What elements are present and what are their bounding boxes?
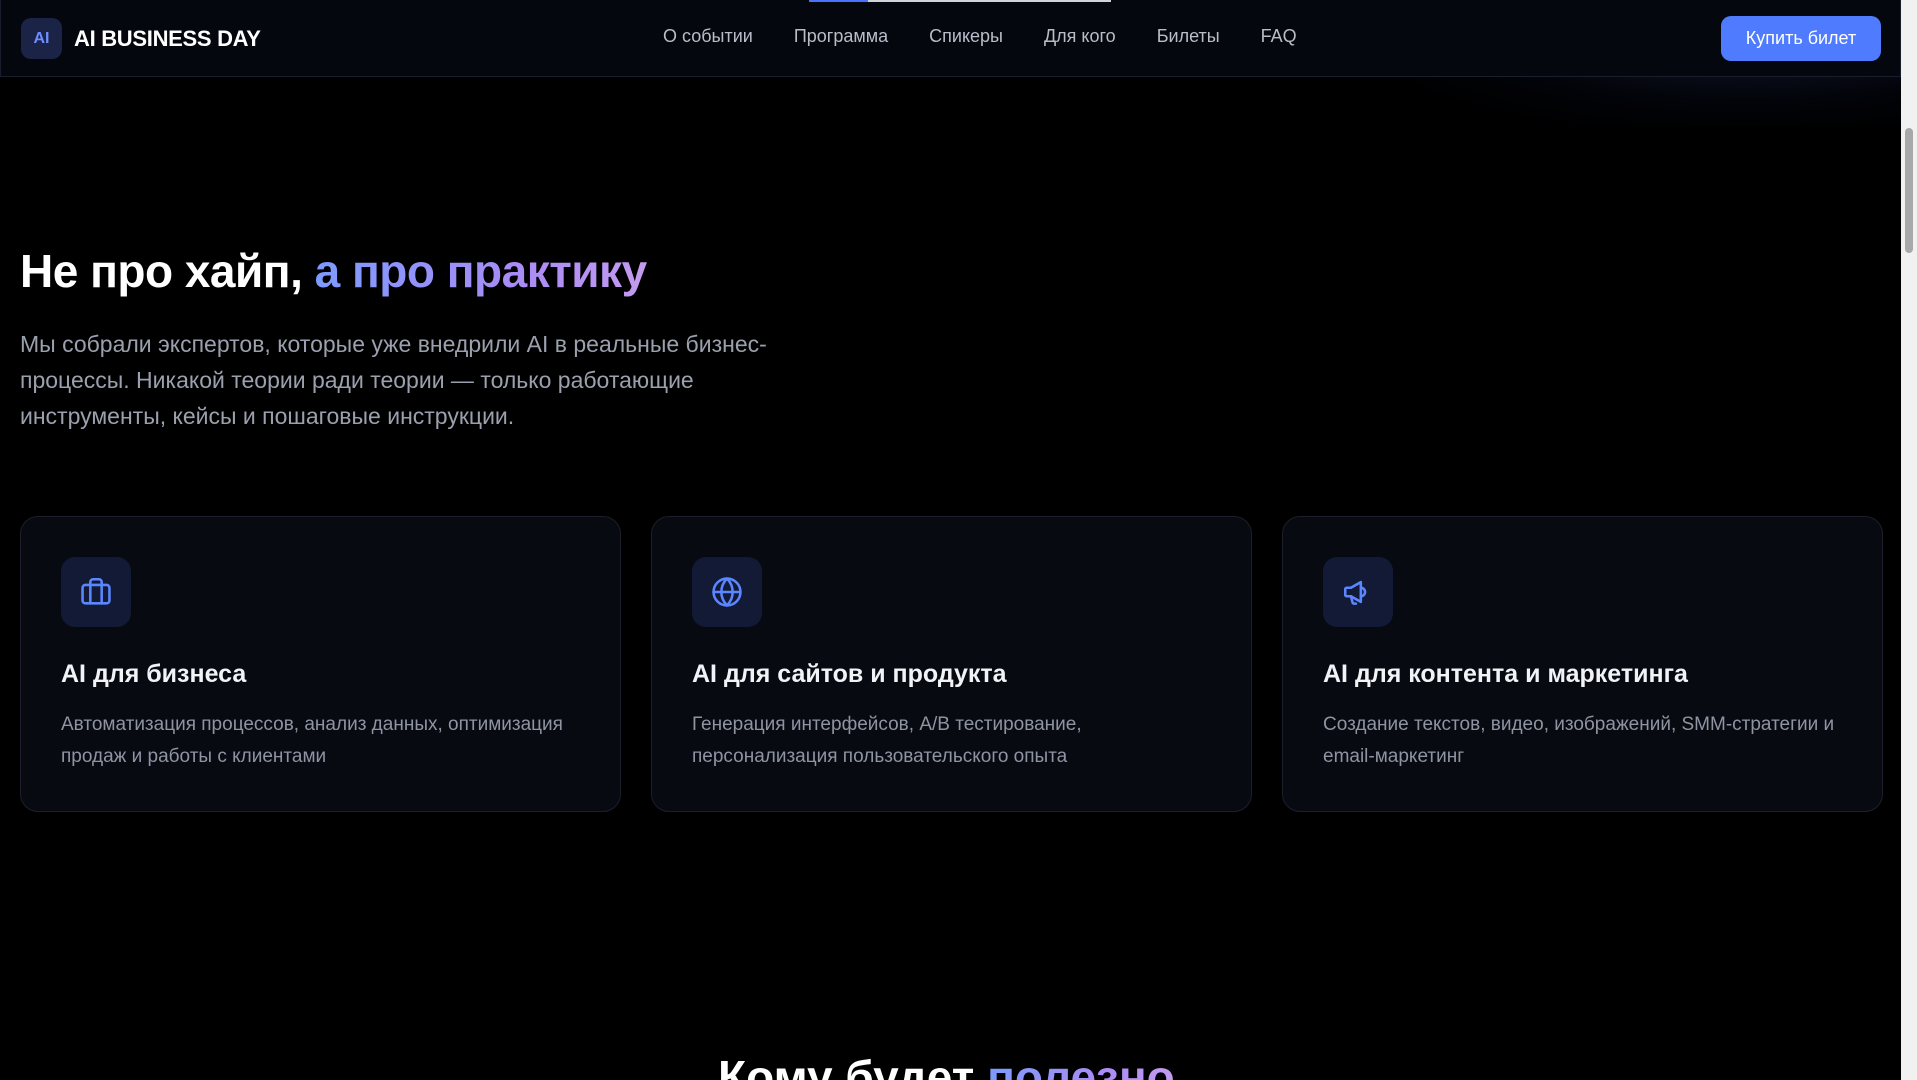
scroll-progress-fill xyxy=(809,0,869,2)
feature-card-title: AI для сайтов и продукта xyxy=(692,660,1007,688)
scroll-progress-bar xyxy=(809,0,1111,2)
page-scrollbar[interactable] xyxy=(1901,0,1917,1080)
main-nav: О событии Программа Спикеры Для кого Бил… xyxy=(663,26,1297,47)
brand[interactable]: AI AI BUSINESS DAY xyxy=(21,18,261,59)
brand-name[interactable]: AI BUSINESS DAY xyxy=(74,26,261,52)
hero-title-accent: а про практику xyxy=(314,245,648,297)
scrollbar-thumb[interactable] xyxy=(1905,128,1913,253)
briefcase-icon xyxy=(61,557,131,627)
megaphone-icon xyxy=(1323,557,1393,627)
feature-card-text: Создание текстов, видео, изображений, SM… xyxy=(1323,714,1835,767)
section-title-plain: Кому будет xyxy=(718,1051,988,1080)
feature-card-title: AI для контента и маркетинга xyxy=(1323,660,1688,688)
site-header: AI AI BUSINESS DAY О событии Программа С… xyxy=(0,0,1901,77)
nav-item-audience[interactable]: Для кого xyxy=(1044,26,1116,47)
globe-icon xyxy=(692,557,762,627)
feature-card-sites: AI для сайтов и продукта Генерация интер… xyxy=(651,516,1252,812)
hero-description: Мы собрали экспертов, которые уже внедри… xyxy=(20,331,767,429)
feature-card-title: AI для бизнеса xyxy=(61,660,247,688)
feature-card-text: Автоматизация процессов, анализ данных, … xyxy=(61,714,563,767)
section-title-accent: полезно xyxy=(987,1051,1175,1080)
nav-item-about[interactable]: О событии xyxy=(663,26,753,47)
brand-logo-icon[interactable]: AI xyxy=(21,18,62,59)
feature-card-marketing: AI для контента и маркетинга Создание те… xyxy=(1282,516,1883,812)
nav-item-faq[interactable]: FAQ xyxy=(1261,26,1297,47)
hero-title-plain: Не про хайп, xyxy=(20,245,315,297)
nav-item-speakers[interactable]: Спикеры xyxy=(929,26,1003,47)
hero-title: Не про хайп, а про практику xyxy=(20,244,647,298)
section-title-audience: Кому будет полезно xyxy=(718,1050,1175,1080)
feature-card-business: AI для бизнеса Автоматизация процессов, … xyxy=(20,516,621,812)
page: AI AI BUSINESS DAY О событии Программа С… xyxy=(0,0,1917,1080)
nav-item-tickets[interactable]: Билеты xyxy=(1157,26,1220,47)
nav-item-program[interactable]: Программа xyxy=(794,26,888,47)
buy-ticket-button[interactable]: Купить билет xyxy=(1721,16,1881,61)
feature-card-text: Генерация интерфейсов, A/B тестирование,… xyxy=(692,714,1082,767)
features-grid: AI для бизнеса Автоматизация процессов, … xyxy=(20,516,1883,812)
